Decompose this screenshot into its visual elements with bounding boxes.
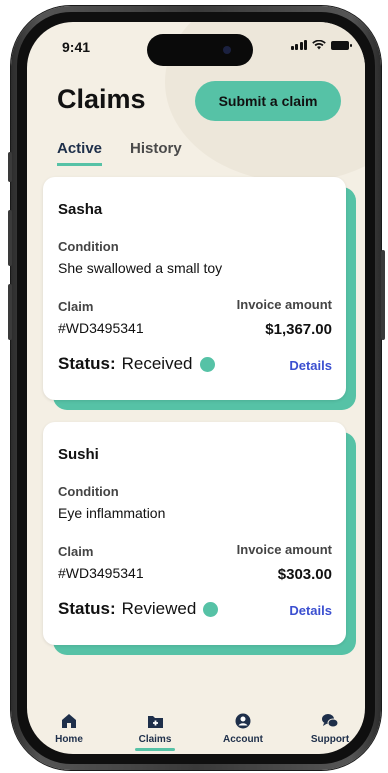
- claim-number: #WD3495341: [58, 565, 144, 581]
- claim-card: Sushi Condition Eye inflammation Claim #…: [43, 422, 356, 655]
- home-icon: [59, 712, 79, 730]
- condition-label: Condition: [58, 484, 119, 499]
- nav-item-account[interactable]: Account: [213, 712, 273, 745]
- nav-item-home[interactable]: Home: [39, 712, 99, 745]
- status-label: Status:: [58, 354, 116, 373]
- nav-item-support[interactable]: Support: [300, 712, 360, 745]
- status-icons: [290, 40, 352, 50]
- dynamic-island: [147, 34, 253, 66]
- nav-item-claims[interactable]: Claims: [125, 712, 185, 751]
- status-row: Status: Received: [58, 354, 215, 374]
- claims-icon: [145, 712, 165, 730]
- status-value: Reviewed: [121, 599, 197, 618]
- nav-label: Claims: [138, 734, 172, 745]
- nav-label: Support: [310, 734, 350, 745]
- active-indicator: [135, 748, 175, 751]
- power-button: [381, 250, 385, 340]
- wifi-icon: [312, 40, 326, 50]
- camera-icon: [223, 46, 231, 54]
- account-icon: [233, 712, 253, 730]
- support-icon: [320, 712, 340, 730]
- status-dot-icon: [199, 356, 215, 372]
- claim-label: Claim: [58, 544, 94, 559]
- status-dot-icon: [203, 601, 219, 617]
- condition-value: She swallowed a small toy: [58, 260, 223, 276]
- status-row: Status: Reviewed: [58, 599, 219, 619]
- app-screen: 9:41 Claims Submit a claim Active Histor…: [27, 22, 365, 754]
- status-value: Received: [121, 354, 193, 373]
- claim-number: #WD3495341: [58, 320, 144, 336]
- invoice-label: Invoice amount: [236, 542, 332, 557]
- volume-down-button: [8, 284, 12, 340]
- volume-up-button: [8, 210, 12, 266]
- tab-active[interactable]: Active: [57, 140, 103, 166]
- invoice-amount: $303.00: [277, 566, 332, 583]
- signal-icon: [290, 40, 307, 50]
- claim-card: Sasha Condition She swallowed a small to…: [43, 177, 356, 410]
- silent-switch: [8, 152, 12, 182]
- claim-card-body: Sasha Condition She swallowed a small to…: [43, 177, 346, 400]
- claim-label: Claim: [58, 299, 94, 314]
- invoice-amount: $1,367.00: [265, 321, 332, 338]
- nav-label: Account: [223, 734, 263, 745]
- condition-label: Condition: [58, 239, 119, 254]
- pet-name: Sasha: [58, 201, 103, 218]
- condition-value: Eye inflammation: [58, 505, 166, 521]
- submit-claim-button[interactable]: Submit a claim: [195, 81, 341, 121]
- page-title: Claims: [57, 84, 146, 114]
- pet-name: Sushi: [58, 446, 99, 463]
- tab-history[interactable]: History: [130, 140, 182, 166]
- status-label: Status:: [58, 599, 116, 618]
- claims-tabs: Active History: [57, 140, 182, 166]
- battery-icon: [331, 40, 352, 50]
- details-link[interactable]: Details: [289, 358, 332, 373]
- status-time: 9:41: [62, 39, 91, 55]
- claim-card-body: Sushi Condition Eye inflammation Claim #…: [43, 422, 346, 645]
- details-link[interactable]: Details: [289, 603, 332, 618]
- nav-label: Home: [55, 734, 83, 745]
- invoice-label: Invoice amount: [236, 297, 332, 312]
